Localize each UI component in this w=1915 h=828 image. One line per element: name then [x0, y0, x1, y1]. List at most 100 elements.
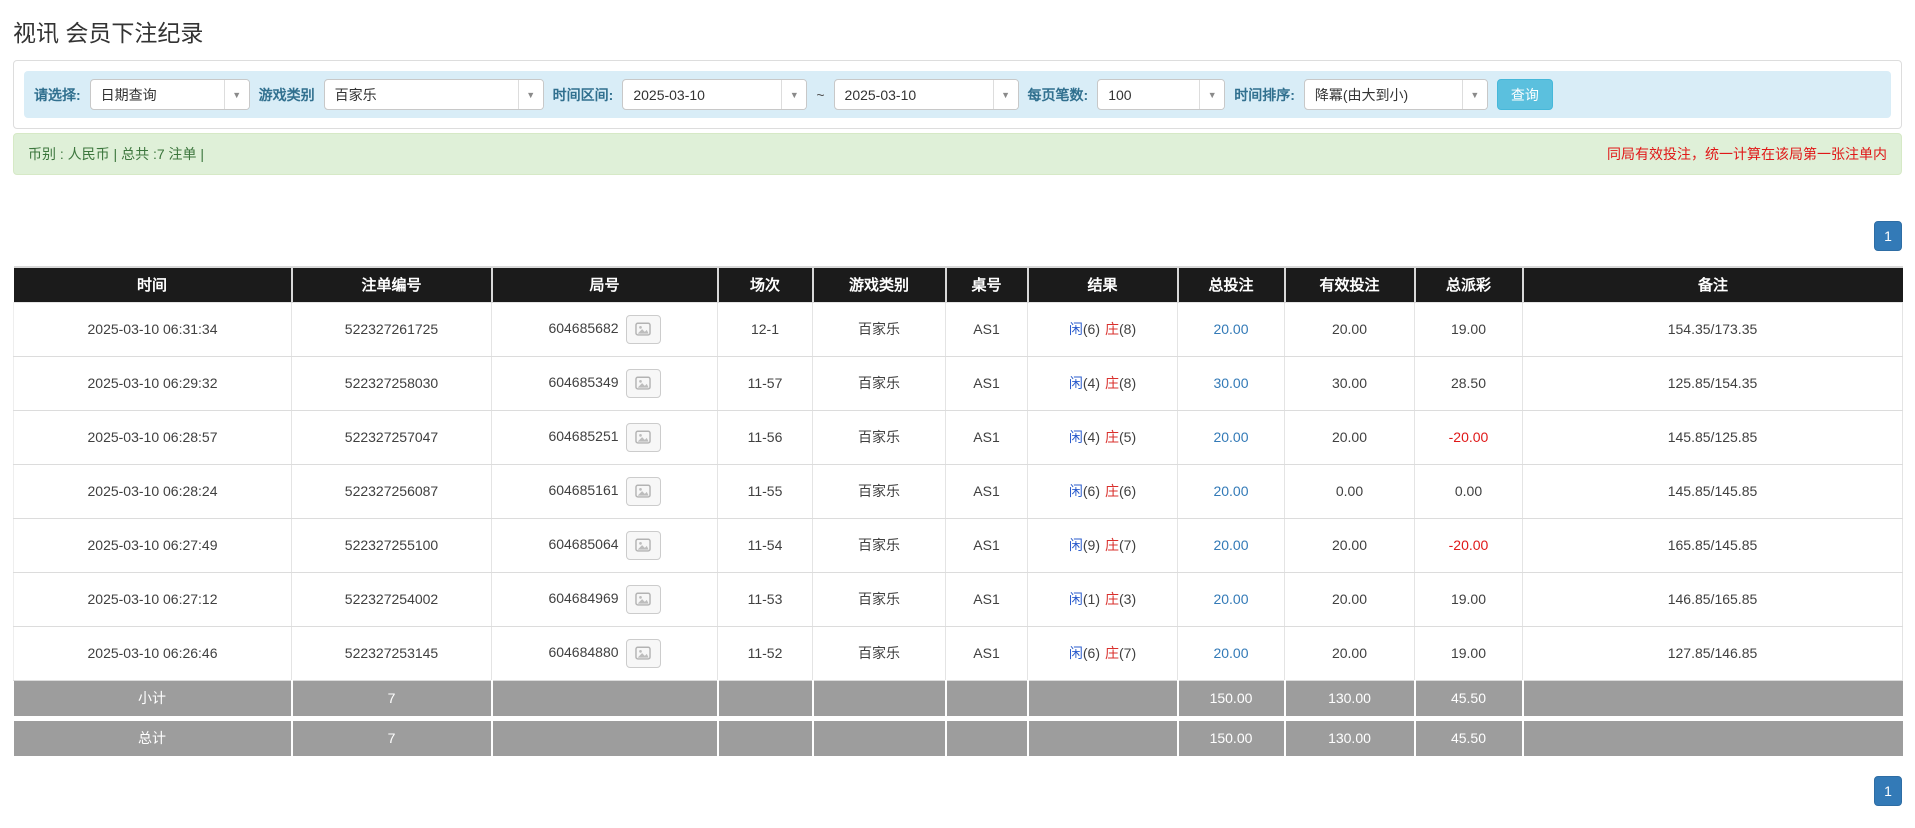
chevron-down-icon: ▼: [992, 80, 1018, 109]
total-bet-link[interactable]: 20.00: [1213, 321, 1248, 337]
cell-table-no: AS1: [945, 301, 1028, 357]
round-video-button[interactable]: [625, 368, 661, 398]
round-video-button[interactable]: [625, 422, 661, 452]
cell-payout: 19.00: [1414, 625, 1523, 681]
cell-game-type: 百家乐: [812, 409, 946, 465]
filter-bar: 请选择: 日期查询 ▼ 游戏类别 百家乐 ▼ 时间区间: 2025-03-10 …: [24, 71, 1891, 118]
total-cell-5: [812, 718, 947, 756]
result-banker-label: 庄: [1105, 321, 1119, 337]
cell-remark: 146.85/165.85: [1522, 571, 1903, 627]
total-bet-link[interactable]: 30.00: [1213, 375, 1248, 391]
cell-total-bet: 30.00: [1177, 355, 1285, 411]
date-range-separator: ~: [816, 86, 825, 103]
cell-payout: 0.00: [1414, 463, 1523, 519]
cell-bet-id: 522327258030: [291, 355, 492, 411]
result-player-count: (4): [1082, 375, 1100, 391]
result-banker-label: 庄: [1105, 645, 1119, 661]
query-mode-select[interactable]: 日期查询 ▼: [89, 79, 250, 110]
cell-payout: 28.50: [1414, 355, 1523, 411]
video-icon: [635, 322, 651, 336]
query-mode-value: 日期查询: [100, 86, 157, 103]
round-video-button[interactable]: [625, 314, 661, 344]
cell-round: 604684969: [491, 571, 718, 627]
total-cell-2: 7: [291, 718, 493, 756]
cell-table-no: AS1: [945, 625, 1028, 681]
cell-total-bet: 20.00: [1177, 571, 1285, 627]
date-from-select[interactable]: 2025-03-10 ▼: [622, 79, 808, 110]
column-header-11: 备注: [1522, 266, 1903, 302]
video-icon: [635, 538, 651, 552]
cell-result: 闲(9) 庄(7): [1027, 517, 1178, 573]
video-icon: [635, 484, 651, 498]
round-video-button[interactable]: [625, 638, 661, 668]
game-type-select[interactable]: 百家乐 ▼: [323, 79, 544, 110]
cell-time: 2025-03-10 06:28:57: [13, 409, 292, 465]
cell-bet-id: 522327253145: [291, 625, 492, 681]
result-banker-count: (8): [1119, 375, 1137, 391]
subtotal-cell-3: [491, 680, 719, 721]
result-player-count: (4): [1082, 429, 1100, 445]
round-id: 604685064: [548, 535, 619, 552]
currency-summary-text: 币别 : 人民币 | 总共 :7 注单 |: [28, 146, 205, 162]
cell-total-bet: 20.00: [1177, 517, 1285, 573]
round-id: 604685251: [548, 427, 619, 444]
cell-round: 604685251: [491, 409, 718, 465]
chevron-down-icon: ▼: [781, 80, 807, 109]
date-to-select[interactable]: 2025-03-10 ▼: [833, 79, 1019, 110]
cell-payout: -20.00: [1414, 517, 1523, 573]
subtotal-cell-11: [1522, 680, 1903, 721]
video-icon: [635, 430, 651, 444]
chevron-down-icon: ▼: [223, 80, 249, 109]
cell-remark: 127.85/146.85: [1522, 625, 1903, 681]
cell-session: 11-53: [717, 571, 813, 627]
total-bet-link[interactable]: 20.00: [1213, 537, 1248, 553]
cell-table-no: AS1: [945, 571, 1028, 627]
table-row: 2025-03-10 06:27:12 522327254002 604684969…: [13, 571, 1903, 627]
round-video-button[interactable]: [625, 530, 661, 560]
page-button-1[interactable]: 1: [1874, 776, 1902, 806]
total-bet-link[interactable]: 20.00: [1213, 645, 1248, 661]
cell-time: 2025-03-10 06:31:34: [13, 301, 292, 357]
total-bet-link[interactable]: 20.00: [1213, 591, 1248, 607]
column-header-2: 注单编号: [291, 266, 493, 302]
cell-session: 12-1: [717, 301, 813, 357]
page-size-select[interactable]: 100 ▼: [1097, 79, 1226, 110]
filter-panel: 请选择: 日期查询 ▼ 游戏类别 百家乐 ▼ 时间区间: 2025-03-10 …: [13, 60, 1902, 129]
page-button-1[interactable]: 1: [1874, 221, 1902, 251]
round-id: 604685161: [548, 481, 619, 498]
time-sort-select[interactable]: 降冪(由大到小) ▼: [1303, 79, 1488, 110]
page-size-value: 100: [1108, 86, 1132, 103]
result-player-count: (6): [1082, 483, 1100, 499]
subtotal-cell-4: [717, 680, 814, 721]
total-bet-link[interactable]: 20.00: [1213, 429, 1248, 445]
cell-remark: 154.35/173.35: [1522, 301, 1903, 357]
cell-session: 11-52: [717, 625, 813, 681]
cell-round: 604685064: [491, 517, 718, 573]
chevron-down-icon: ▼: [517, 80, 543, 109]
query-button[interactable]: 查询: [1496, 79, 1553, 110]
cell-result: 闲(1) 庄(3): [1027, 571, 1178, 627]
total-cell-3: [491, 718, 719, 756]
total-bet-link[interactable]: 20.00: [1213, 483, 1248, 499]
date-to-value: 2025-03-10: [844, 86, 917, 103]
pagination-bottom: 1: [13, 776, 1902, 806]
round-video-button[interactable]: [625, 584, 661, 614]
pagination-top: 1: [13, 221, 1902, 251]
chevron-down-icon: ▼: [1461, 80, 1487, 109]
column-header-8: 总投注: [1177, 266, 1286, 302]
game-type-label: 游戏类别: [258, 86, 315, 103]
total-cell-8: 150.00: [1177, 718, 1286, 756]
page-size-label: 每页笔数:: [1027, 86, 1089, 103]
cell-session: 11-54: [717, 517, 813, 573]
subtotal-cell-1: 小计: [13, 680, 293, 721]
page-title: 视讯 会员下注纪录: [13, 20, 204, 46]
query-mode-label: 请选择:: [34, 86, 81, 103]
valid-bet-notice-text: 同局有效投注，统一计算在该局第一张注单内: [1607, 146, 1887, 162]
total-cell-7: [1027, 718, 1179, 756]
round-video-button[interactable]: [625, 476, 661, 506]
result-banker-count: (7): [1119, 537, 1137, 553]
cell-result: 闲(6) 庄(6): [1027, 463, 1178, 519]
cell-payout: 19.00: [1414, 571, 1523, 627]
result-banker-label: 庄: [1105, 483, 1119, 499]
total-cell-10: 45.50: [1414, 718, 1524, 756]
